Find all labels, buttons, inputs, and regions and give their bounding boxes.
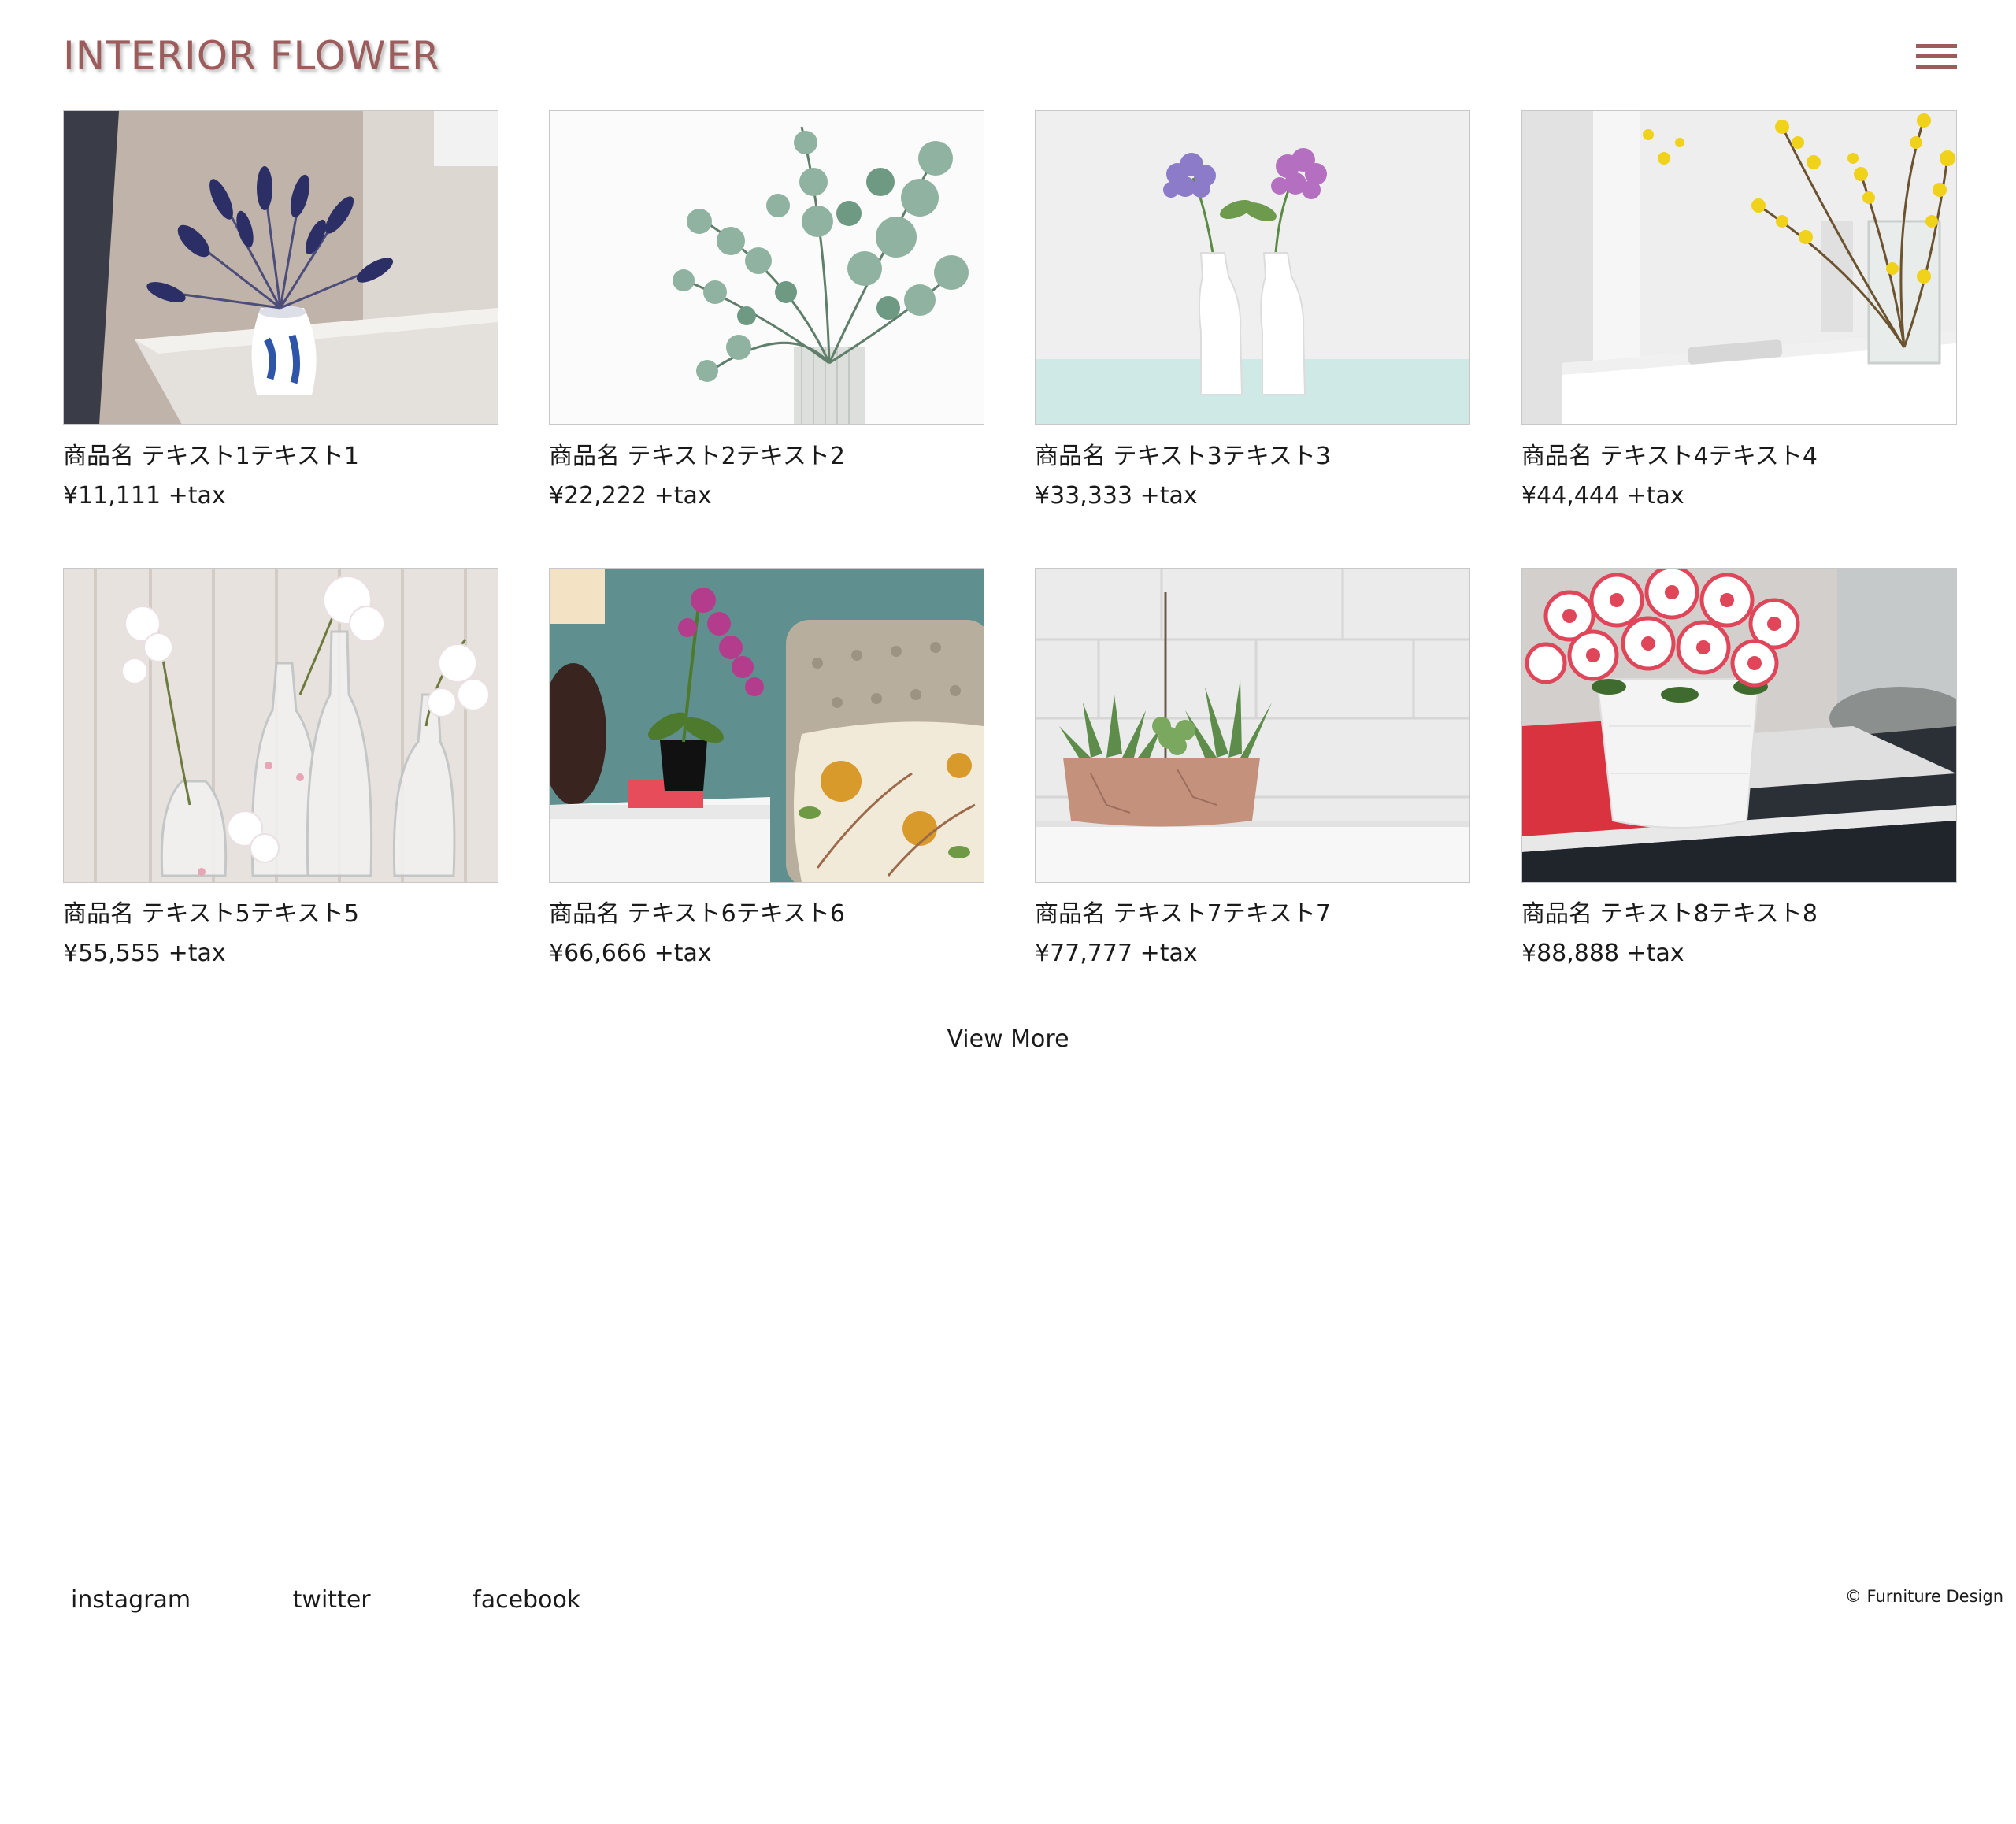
product-price: ¥66,666 +tax [549,940,712,967]
product-name[interactable]: 商品名 テキスト3テキスト3 [1035,439,1470,474]
menu-bar [1916,44,1957,48]
product-name[interactable]: 商品名 テキスト1テキスト1 [63,439,498,474]
facebook-link[interactable]: facebook [472,1586,580,1614]
product-card[interactable]: 商品名 テキスト7テキスト7 ¥77,777 +tax [1035,568,1470,971]
product-image-forsythia[interactable] [1521,110,1957,425]
menu-bar [1916,54,1957,58]
hamburger-menu-icon[interactable] [1916,38,1957,74]
product-price: ¥11,111 +tax [63,482,226,510]
product-image-hydrangea[interactable] [1035,110,1470,425]
copyright-text: © Furniture Design [1844,1587,2003,1606]
product-name[interactable]: 商品名 テキスト6テキスト6 [549,897,984,932]
product-image-succulents[interactable] [1035,568,1470,883]
product-price: ¥88,888 +tax [1521,940,1684,967]
site-logo[interactable]: INTERIOR FLOWER [63,28,440,83]
menu-bar [1916,65,1957,69]
product-card[interactable]: 商品名 テキスト8テキスト8 ¥88,888 +tax [1521,568,1957,971]
instagram-link[interactable]: instagram [71,1586,191,1614]
product-name[interactable]: 商品名 テキスト7テキスト7 [1035,897,1470,932]
product-image-orchid[interactable] [549,568,984,883]
product-price: ¥44,444 +tax [1521,482,1684,510]
product-name[interactable]: 商品名 テキスト8テキスト8 [1521,897,1957,932]
product-card[interactable]: 商品名 テキスト3テキスト3 ¥33,333 +tax [1035,110,1470,513]
view-more-section: View More [0,1022,2016,1057]
product-price: ¥55,555 +tax [63,940,226,967]
product-image-blossoms[interactable] [63,568,498,883]
product-name[interactable]: 商品名 テキスト5テキスト5 [63,897,498,932]
product-card[interactable]: 商品名 テキスト1テキスト1 ¥11,111 +tax [63,110,498,513]
product-card[interactable]: 商品名 テキスト6テキスト6 ¥66,666 +tax [549,568,984,971]
product-price: ¥22,222 +tax [549,482,712,510]
product-image-eucalyptus[interactable] [549,110,984,425]
product-card[interactable]: 商品名 テキスト5テキスト5 ¥55,555 +tax [63,568,498,971]
product-name[interactable]: 商品名 テキスト2テキスト2 [549,439,984,474]
view-more-link[interactable]: View More [947,1025,1069,1053]
product-image-azalea[interactable] [1521,568,1957,883]
twitter-link[interactable]: twitter [293,1586,371,1614]
social-links: instagram twitter facebook [71,1583,675,1618]
product-card[interactable]: 商品名 テキスト2テキスト2 ¥22,222 +tax [549,110,984,513]
product-card[interactable]: 商品名 テキスト4テキスト4 ¥44,444 +tax [1521,110,1957,513]
product-price: ¥77,777 +tax [1035,940,1198,967]
product-price: ¥33,333 +tax [1035,482,1198,510]
product-name[interactable]: 商品名 テキスト4テキスト4 [1521,439,1957,474]
product-image-lavender[interactable] [63,110,498,425]
site-header: INTERIOR FLOWER [63,28,1957,83]
